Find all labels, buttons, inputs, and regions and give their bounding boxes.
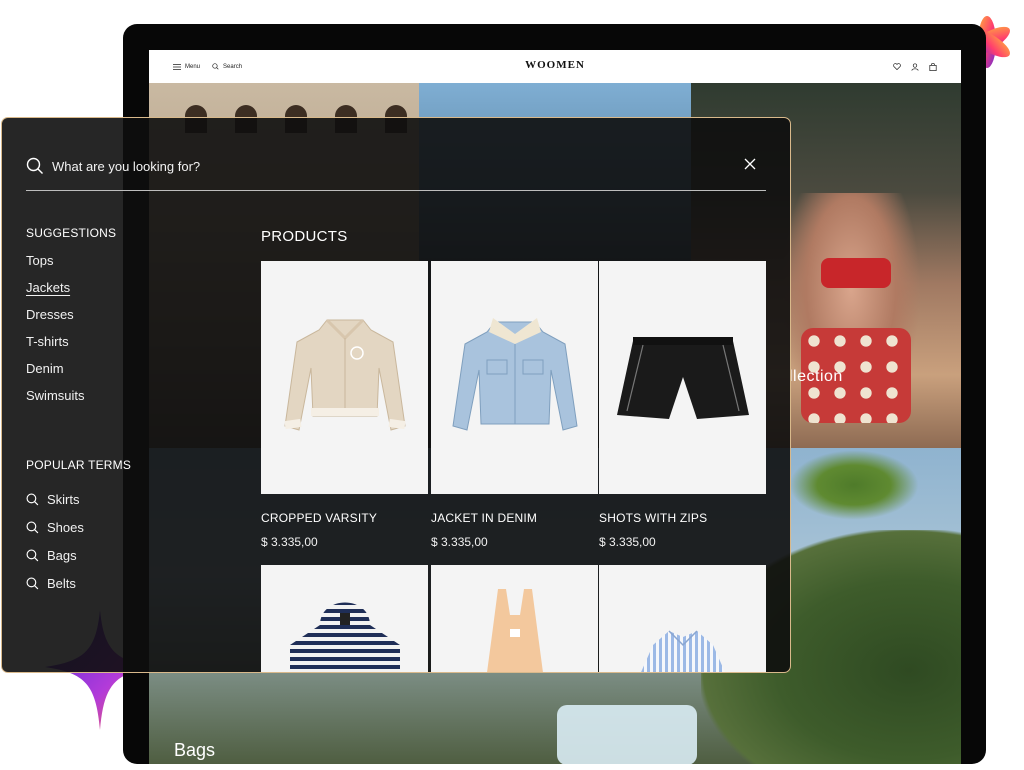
product-name[interactable]: SHOTS WITH ZIPS [599,511,766,525]
product-card[interactable]: CROPPED VARSITY $ 3.335,00 [261,261,428,549]
search-bar: What are you looking for? [26,154,766,190]
search-icon [26,549,39,561]
product-card[interactable]: SHOTS WITH ZIPS $ 3.335,00 [599,261,766,549]
popular-term-item[interactable]: Belts [26,569,206,597]
popular-term-label: Belts [47,575,76,591]
tank-top-image [486,589,543,672]
popular-terms-list: POPULAR TERMS Skirts Shoes Bags Belts [26,458,206,597]
varsity-jacket-image [283,318,406,431]
popular-term-label: Skirts [47,491,80,507]
search-icon [26,157,43,174]
product-price: $ 3.335,00 [599,535,656,549]
suggestion-item[interactable]: T-shirts [26,334,206,361]
suggestions-title: SUGGESTIONS [26,226,117,240]
product-image-shorts[interactable] [599,261,766,494]
suggestions-list: SUGGESTIONS Tops Jackets Dresses T-shirt… [26,226,206,415]
popular-term-item[interactable]: Shoes [26,513,206,541]
suggestion-item[interactable]: Denim [26,361,206,388]
suggestion-item-active[interactable]: Jackets [26,280,206,307]
close-icon[interactable] [742,156,758,172]
popular-term-label: Bags [47,547,77,563]
product-name[interactable]: CROPPED VARSITY [261,511,428,525]
bag-image [557,705,697,764]
product-image-varsity[interactable] [261,261,428,494]
search-icon [26,577,39,589]
product-image-tank-top[interactable] [431,565,598,672]
bags-category-label[interactable]: Bags [174,740,215,761]
products-title: PRODUCTS [261,228,348,245]
product-card[interactable] [599,565,766,672]
product-price: $ 3.335,00 [431,535,488,549]
product-image-denim[interactable] [431,261,598,494]
collection-heading[interactable]: llection [789,368,843,386]
product-card[interactable] [261,565,428,672]
product-price: $ 3.335,00 [261,535,318,549]
search-icon [26,493,39,505]
striped-hoodie-image [289,602,400,672]
site-logo[interactable]: WOOMEN [149,59,961,71]
suggestion-item[interactable]: Swimsuits [26,388,206,415]
popular-term-item[interactable]: Bags [26,541,206,569]
denim-jacket-image [451,317,578,431]
suggestion-item[interactable]: Tops [26,253,206,280]
product-image-striped-shirt[interactable] [599,565,766,672]
search-overlay: What are you looking for? SUGGESTIONS To… [1,117,791,673]
striped-shirt-image [640,630,725,672]
product-card[interactable]: JACKET IN DENIM $ 3.335,00 [431,261,598,549]
bag-icon[interactable] [929,62,937,71]
popular-term-label: Shoes [47,519,84,535]
product-image-striped-hoodie[interactable] [261,565,428,672]
product-card[interactable] [431,565,598,672]
site-header: Menu Search WOOMEN [149,50,961,83]
product-name[interactable]: JACKET IN DENIM [431,511,598,525]
shorts-image [616,336,749,419]
suggestion-item[interactable]: Dresses [26,307,206,334]
popular-terms-title: POPULAR TERMS [26,458,132,472]
search-underline [26,190,766,191]
user-icon[interactable] [911,62,919,71]
palm-leaves [789,450,919,520]
popular-term-item[interactable]: Skirts [26,485,206,513]
search-input[interactable]: What are you looking for? [52,159,200,174]
search-icon [26,521,39,533]
heart-icon[interactable] [893,63,901,70]
